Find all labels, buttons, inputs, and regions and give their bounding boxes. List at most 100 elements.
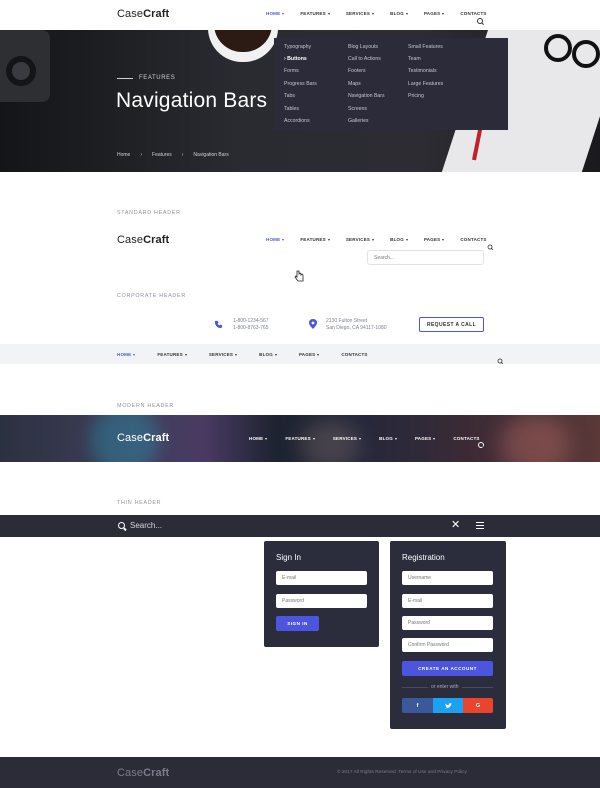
features-dropdown: Typography › Buttons Forms Progress Bars… [274, 38, 508, 130]
nav-features-label: FEATURES [285, 436, 311, 441]
menu-item[interactable]: Progress Bars [284, 81, 317, 87]
site-logo[interactable]: CaseCraft [117, 234, 169, 246]
menu-item-active[interactable]: › Buttons [284, 56, 307, 62]
menu-item[interactable]: Navigation Bars [348, 93, 385, 99]
twitter-button[interactable] [433, 698, 463, 713]
nav-features[interactable]: FEATURES [285, 436, 315, 441]
nav-services[interactable]: SERVICES [209, 352, 238, 357]
nav-services[interactable]: SERVICES [346, 11, 375, 16]
registration-password-field[interactable]: Password [402, 616, 493, 630]
nav-pages-label: PAGES [414, 436, 432, 441]
camera-image [0, 30, 50, 102]
menu-item[interactable]: Tabs [284, 93, 295, 99]
menu-item[interactable]: Pricing [408, 93, 424, 99]
nav-contacts[interactable]: CONTACTS [460, 237, 486, 242]
nav-blog[interactable]: BLOG [390, 11, 408, 16]
nav-blog[interactable]: BLOG [379, 436, 397, 441]
menu-icon-middle [476, 525, 484, 527]
nav-pages-label: PAGES [298, 352, 316, 357]
twitter-icon [444, 702, 452, 708]
search-icon[interactable] [488, 244, 493, 250]
logo-light: Case [117, 432, 144, 444]
breadcrumb-features[interactable]: Features [152, 152, 172, 158]
search-icon-handle [123, 527, 127, 532]
chevron-down-icon [282, 12, 285, 15]
close-icon[interactable]: ✕ [451, 519, 460, 531]
google-button[interactable]: G [463, 698, 493, 713]
menu-item[interactable]: Blog Layouts [348, 44, 378, 50]
menu-item[interactable]: Galleries [348, 118, 368, 124]
phone-2[interactable]: 1-800-8763-765 [233, 325, 269, 332]
confirm-password-field[interactable]: Confirm Password [402, 638, 493, 652]
nav-blog[interactable]: BLOG [390, 237, 408, 242]
phone-numbers: 1-800-1234-567 1-800-8763-765 [233, 318, 269, 332]
nav-home[interactable]: HOME [117, 352, 136, 357]
thin-search-input[interactable]: Search... [130, 521, 162, 530]
menu-item[interactable]: Maps [348, 81, 361, 87]
phone-1[interactable]: 1-800-1234-567 [233, 318, 269, 325]
menu-item[interactable]: Tables [284, 106, 299, 112]
sign-in-button[interactable]: SIGN IN [276, 616, 319, 631]
modern-header-label: MODERN HEADER [117, 403, 175, 409]
search-icon[interactable] [477, 18, 483, 24]
nav-contacts[interactable]: CONTACTS [460, 11, 486, 16]
breadcrumb-home[interactable]: Home [117, 152, 130, 158]
sign-in-panel: Sign In E-mail Password SIGN IN [264, 541, 379, 647]
site-logo[interactable]: CaseCraft [117, 432, 169, 444]
nav-services[interactable]: SERVICES [346, 237, 375, 242]
menu-item[interactable]: Small Features [408, 44, 443, 50]
nav-pages-label: PAGES [423, 11, 441, 16]
registration-title: Registration [402, 553, 445, 562]
menu-item[interactable]: Footers [348, 68, 366, 74]
nav-pages[interactable]: PAGES [423, 11, 445, 16]
corporate-header-label: CORPORATE HEADER [117, 293, 186, 299]
nav-services-label: SERVICES [332, 436, 358, 441]
footer-logo[interactable]: CaseCraft [117, 767, 169, 779]
menu-item[interactable]: Team [408, 56, 421, 62]
search-icon[interactable] [478, 442, 484, 448]
google-icon: G [475, 702, 481, 709]
site-logo[interactable]: CaseCraft [117, 8, 169, 20]
chevron-down-icon [372, 238, 375, 241]
nav-features[interactable]: FEATURES [300, 11, 330, 16]
nav-home[interactable]: HOME [249, 436, 268, 441]
nav-services[interactable]: SERVICES [332, 436, 362, 441]
nav-home[interactable]: HOME [266, 237, 285, 242]
nav-blog[interactable]: BLOG [259, 352, 277, 357]
nav-features[interactable]: FEATURES [157, 352, 187, 357]
search-icon[interactable] [497, 358, 503, 364]
sign-in-password-field[interactable]: Password [276, 594, 367, 608]
modern-nav: HOME FEATURES SERVICES BLOG PAGES CONTAC… [249, 436, 480, 441]
hand-cursor-icon [294, 270, 304, 282]
username-field[interactable]: Username [402, 571, 493, 585]
top-nav: HOME FEATURES SERVICES BLOG PAGES CONTAC… [266, 11, 487, 16]
nav-contacts[interactable]: CONTACTS [341, 352, 367, 357]
search-input[interactable]: Search... [367, 250, 484, 265]
menu-item[interactable]: Typography [284, 44, 311, 50]
request-call-button[interactable]: REQUEST A CALL [419, 317, 484, 332]
menu-item[interactable]: Call to Actions [348, 56, 381, 62]
registration-email-field[interactable]: E-mail [402, 594, 493, 608]
confirm-password-placeholder: Confirm Password [408, 642, 449, 648]
menu-item[interactable]: Accordions [284, 118, 310, 124]
menu-item[interactable]: Screens [348, 106, 367, 112]
nav-pages[interactable]: PAGES [414, 436, 436, 441]
facebook-button[interactable]: f [402, 698, 433, 713]
nav-features-label: FEATURES [300, 237, 326, 242]
chevron-down-icon [265, 437, 268, 440]
sign-in-email-field[interactable]: E-mail [276, 571, 367, 585]
password-placeholder: Password [408, 620, 430, 626]
nav-home[interactable]: HOME [266, 11, 285, 16]
standard-nav: HOME FEATURES SERVICES BLOG PAGES CONTAC… [266, 237, 487, 242]
menu-item[interactable]: Testimonials [408, 68, 437, 74]
nav-features[interactable]: FEATURES [300, 237, 330, 242]
menu-item[interactable]: Large Features [408, 81, 443, 87]
nav-contacts[interactable]: CONTACTS [453, 436, 479, 441]
menu-item[interactable]: Forms [284, 68, 299, 74]
nav-pages[interactable]: PAGES [298, 352, 320, 357]
username-placeholder: Username [408, 575, 432, 581]
nav-features-label: FEATURES [157, 352, 183, 357]
nav-pages[interactable]: PAGES [424, 237, 445, 242]
create-account-button[interactable]: CREATE AN ACCOUNT [402, 661, 493, 676]
email-placeholder: E-mail [282, 575, 297, 581]
